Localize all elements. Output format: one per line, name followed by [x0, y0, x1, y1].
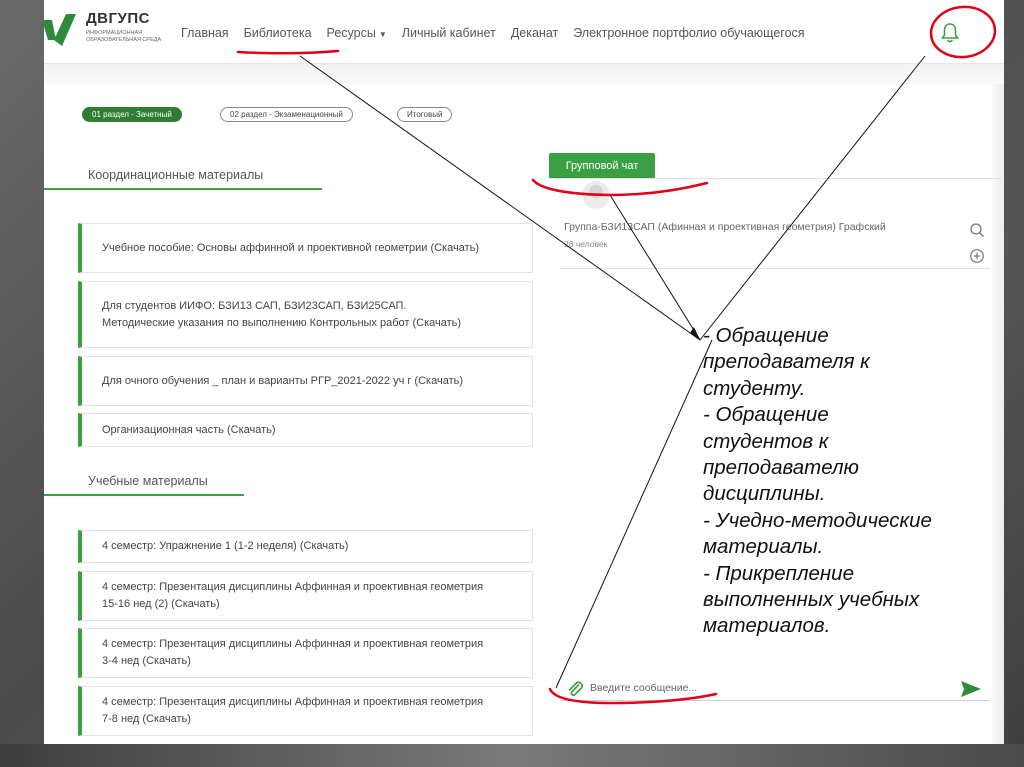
annotation-line: - Учедно-методические [703, 508, 932, 532]
message-input[interactable] [590, 679, 950, 697]
coordination-item-2[interactable]: Для студентов ИИФО: БЗИ13 САП, БЗИ23САП,… [78, 281, 533, 348]
study-item-2-text: 4 семестр: Презентация дисциплины Аффинн… [102, 581, 484, 610]
tab-final[interactable]: Итоговый [397, 107, 453, 122]
annotation-line: - Обращение [703, 403, 829, 427]
annotation-line: преподавателя к [703, 350, 870, 374]
study-item-2[interactable]: 4 семестр: Презентация дисциплины Аффинн… [78, 571, 533, 621]
tab-group-chat[interactable]: Групповой чат [549, 153, 655, 179]
study-item-1-text: 4 семестр: Упражнение 1 (1-2 неделя) (Ск… [102, 540, 349, 552]
logo-title[interactable]: ДВГУПС [86, 10, 150, 27]
coordination-item-4-text: Организационная часть (Скачать) [102, 423, 276, 436]
message-input-underline [560, 700, 990, 701]
annotation-line: - Прикрепление [703, 561, 854, 585]
annotation-note: - Обращение преподавателя к студенту. - … [703, 323, 1021, 640]
nav-home-label: Главная [181, 26, 229, 40]
tab-section-02[interactable]: 02 раздел - Экзаменационный [220, 107, 353, 122]
coordination-item-1-text: Учебное пособие: Основы аффинной и проек… [102, 241, 480, 254]
nav-personal-account[interactable]: Личный кабинет [402, 26, 496, 40]
annotation-line: - Обращение [703, 324, 829, 347]
annotation-line: преподавателю [703, 456, 859, 480]
chat-group-name[interactable]: Группа-БЗИ13САП (Афинная и проективная г… [564, 221, 886, 233]
bell-icon[interactable] [940, 22, 960, 44]
coordination-item-3[interactable]: Для очного обучения _ план и варианты РГ… [78, 356, 533, 406]
coordination-item-2-text: Для студентов ИИФО: БЗИ13 САП, БЗИ23САП,… [102, 299, 462, 329]
coordination-item-1[interactable]: Учебное пособие: Основы аффинной и проек… [78, 223, 533, 273]
annotation-line: дисциплины. [703, 482, 826, 506]
coordination-title-underline [44, 188, 322, 190]
nav-deans-office[interactable]: Деканат [511, 26, 558, 40]
coordination-section-title: Координационные материалы [88, 168, 264, 182]
annotation-line: выполненных учебных [703, 588, 920, 612]
search-icon[interactable] [969, 222, 985, 238]
chevron-down-icon: ▼ [378, 30, 387, 39]
study-item-4-text: 4 семестр: Презентация дисциплины Аффинн… [102, 696, 484, 725]
annotation-line: материалы. [703, 535, 824, 559]
nav-resources[interactable]: Ресурсы ▼ [327, 26, 387, 40]
avatar [582, 181, 610, 209]
nav-resources-label: Ресурсы [326, 26, 376, 40]
nav-personal-account-label: Личный кабинет [401, 26, 496, 40]
logo-subtitle: информационная образовательная среда [86, 30, 162, 43]
logo-mark-icon[interactable] [44, 10, 76, 50]
tab-section-01[interactable]: 01 раздел - Зачетный [82, 107, 182, 122]
coordination-item-3-text: Для очного обучения _ план и варианты РГ… [102, 374, 464, 387]
send-icon[interactable] [960, 679, 982, 699]
annotation-line: материалов. [703, 614, 831, 638]
chat-group-count: 26 человек [564, 239, 608, 249]
top-navbar: ДВГУПС информационная образовательная ср… [44, 0, 1004, 64]
study-item-1[interactable]: 4 семестр: Упражнение 1 (1-2 неделя) (Ск… [78, 530, 533, 563]
annotation-line: студентов к [703, 429, 829, 453]
nav-library[interactable]: Библиотека [244, 26, 312, 40]
add-circle-icon[interactable] [969, 248, 985, 264]
nav-home[interactable]: Главная [181, 26, 229, 40]
study-item-3-text: 4 семестр: Презентация дисциплины Аффинн… [102, 638, 484, 667]
study-title-underline [44, 494, 244, 496]
nav-deans-office-label: Деканат [510, 26, 559, 40]
study-item-4[interactable]: 4 семестр: Презентация дисциплины Аффинн… [78, 686, 533, 736]
main-nav: Главная Библиотека Ресурсы ▼ Личный кабин… [181, 26, 805, 40]
annotation-line: студенту. [703, 376, 806, 400]
coordination-item-4[interactable]: Организационная часть (Скачать) [78, 413, 533, 447]
message-composer [560, 676, 990, 702]
study-section-title: Учебные материалы [88, 474, 208, 488]
paperclip-icon[interactable] [566, 680, 584, 698]
chat-tab-divider [549, 178, 1001, 179]
study-item-3[interactable]: 4 семестр: Презентация дисциплины Аффинн… [78, 628, 533, 678]
header-shadow-band [44, 64, 1004, 84]
nav-library-label: Библиотека [243, 26, 312, 40]
nav-portfolio-label: Электронное портфолио обучающегося [573, 26, 805, 40]
chat-group-divider [560, 268, 990, 269]
nav-portfolio[interactable]: Электронное портфолио обучающегося [573, 26, 804, 40]
slide-bottom-strip [0, 744, 1024, 767]
